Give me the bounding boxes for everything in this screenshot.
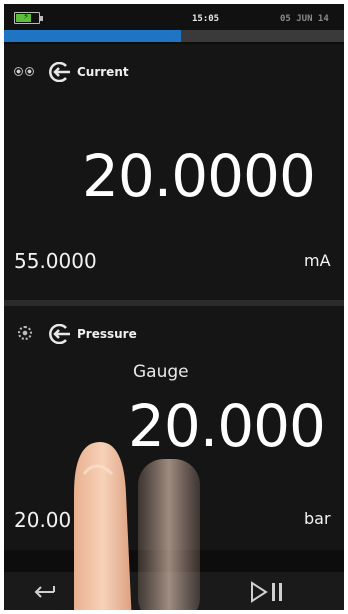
current-unit: mA: [304, 251, 331, 270]
play-pause-icon[interactable]: [248, 580, 288, 604]
status-bar: ⚡ 15:05 05 JUN 14: [4, 4, 344, 30]
clock-time: 15:05: [192, 14, 220, 24]
current-panel[interactable]: Current 20.0000 55.0000 mA: [4, 44, 344, 300]
pressure-panel[interactable]: Pressure Gauge 20.000 20.00 bar: [4, 306, 344, 550]
source-arrow-icon: [46, 61, 72, 86]
device-screen: ⚡ 15:05 05 JUN 14 Current 20.0000 55.000…: [4, 4, 344, 610]
clock-date: 05 JUN 14: [280, 14, 329, 24]
battery-icon: ⚡: [14, 12, 43, 24]
pressure-secondary-value: 20.00: [14, 508, 72, 532]
pressure-unit: bar: [304, 509, 331, 528]
bottom-toolbar: [4, 572, 344, 610]
pressure-label: Pressure: [77, 327, 137, 341]
pressure-reading: 20.000: [128, 392, 326, 460]
pressure-mode: Gauge: [133, 362, 189, 382]
progress-bar: [4, 30, 344, 42]
current-secondary-value: 55.0000: [14, 249, 97, 273]
eye-pair-icon: [14, 67, 34, 76]
back-arrow-icon[interactable]: [30, 582, 60, 602]
current-reading: 20.0000: [82, 142, 316, 210]
source-arrow-icon: [46, 323, 72, 348]
current-label: Current: [77, 65, 129, 79]
gear-icon: [18, 326, 32, 340]
